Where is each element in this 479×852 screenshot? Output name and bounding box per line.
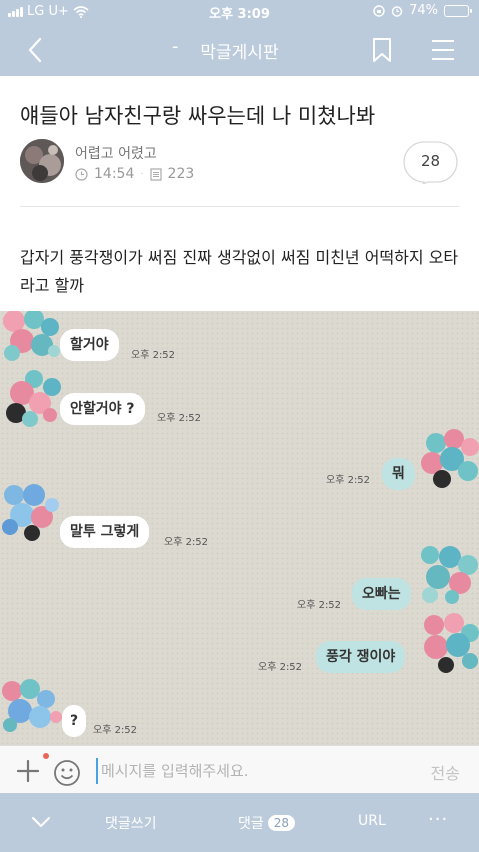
- battery-percent: 74%: [409, 3, 438, 18]
- avatar-image: [20, 139, 64, 183]
- status-right: 74%: [373, 3, 472, 18]
- chat-bubble: ?: [62, 705, 87, 737]
- emoji-icon[interactable]: [53, 759, 81, 787]
- hamburger-menu-icon[interactable]: [430, 38, 456, 62]
- rotation-lock-icon: [373, 4, 385, 17]
- chat-time: 오후 2:52: [258, 662, 303, 673]
- chat-time: 오후 2:52: [157, 413, 202, 424]
- plus-icon[interactable]: [15, 758, 41, 784]
- sender-avatar: [2, 484, 59, 541]
- views-icon: [149, 167, 162, 181]
- chat-time: 오후 2:52: [93, 725, 138, 736]
- notification-dot: [43, 753, 49, 759]
- my-avatar: [421, 429, 479, 488]
- app-header: - 막글게시판: [0, 24, 479, 76]
- bookmark-icon[interactable]: [370, 36, 394, 64]
- chat-bubble: 말투 그렇게: [60, 516, 150, 548]
- battery-icon: [444, 4, 472, 17]
- my-avatar: [421, 546, 478, 604]
- post-title: 얘들아 남자친구랑 싸우는데 나 미쳤나봐: [20, 104, 376, 128]
- message-input[interactable]: [96, 758, 396, 784]
- clock-icon: [75, 167, 88, 181]
- chat-time: 오후 2:52: [297, 600, 342, 611]
- comments-label: 댓글: [238, 816, 264, 832]
- meta-separator: ·: [140, 168, 144, 180]
- chat-time: 오후 2:52: [131, 350, 176, 361]
- chat-screenshot: 할거야 오후 2:52 안할거야 ? 오후 2:52 뭐 오후 2:52 말투 …: [0, 311, 479, 745]
- url-button[interactable]: URL: [358, 813, 386, 829]
- send-button[interactable]: 전송: [410, 760, 460, 784]
- author-avatar[interactable]: [20, 139, 64, 183]
- status-bar: LG U+ 오후 3:09 74%: [0, 0, 479, 24]
- sender-avatar: [2, 679, 62, 732]
- my-avatar: [424, 613, 479, 673]
- author-name: 어렵고 어렸고: [75, 146, 157, 162]
- post-meta: 14:54 · 223: [75, 166, 194, 182]
- my-chat-bubble: 풍각 쟁이야: [316, 641, 406, 673]
- post-body: 갑자기 풍각쟁이가 써짐 진짜 생각없이 써짐 미친년 어떡하지 오타라고 할까: [20, 248, 459, 295]
- post-views: 223: [167, 166, 195, 182]
- chat-time: 오후 2:52: [326, 475, 371, 486]
- message-input-bar: 전송: [0, 745, 479, 793]
- chat-bubble: 안할거야 ?: [60, 393, 145, 425]
- write-comment-button[interactable]: 댓글쓰기: [105, 813, 157, 833]
- sender-avatar: [6, 370, 61, 427]
- post-time: 14:54: [94, 166, 135, 182]
- alarm-icon: [391, 5, 403, 17]
- comment-count[interactable]: 28: [402, 152, 459, 170]
- bottom-toolbar: 댓글쓰기 댓글 28 URL ···: [0, 793, 479, 852]
- comments-count-badge: 28: [267, 815, 296, 831]
- my-chat-bubble: 뭐: [382, 458, 415, 490]
- more-icon[interactable]: ···: [428, 809, 448, 830]
- sender-avatar: [3, 311, 60, 361]
- divider: [20, 206, 459, 207]
- chat-bubble: 할거야: [60, 329, 119, 361]
- comments-button[interactable]: 댓글 28: [238, 813, 296, 833]
- chat-time: 오후 2:52: [164, 537, 209, 548]
- my-chat-bubble: 오빠는: [352, 578, 411, 610]
- chevron-down-icon[interactable]: [30, 815, 52, 829]
- page-title: 막글게시판: [200, 43, 279, 63]
